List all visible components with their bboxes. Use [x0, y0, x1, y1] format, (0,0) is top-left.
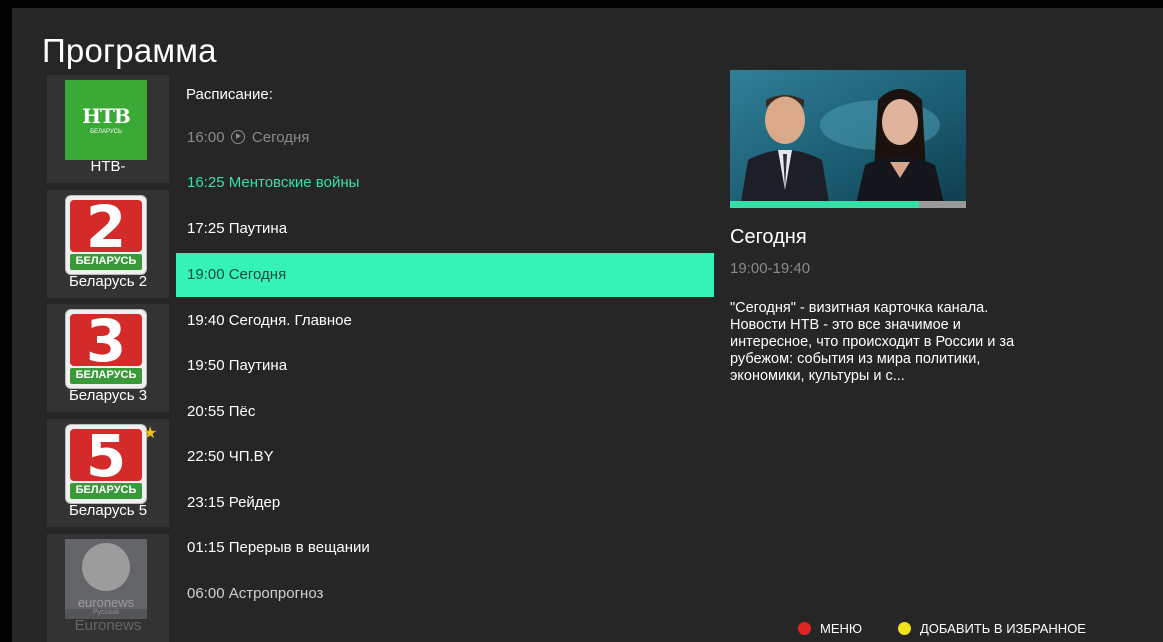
schedule-title: Сегодня — [251, 129, 310, 146]
schedule-time: 20:55 — [187, 403, 225, 420]
program-title: Сегодня — [730, 226, 807, 248]
channel-name: Euronews — [74, 617, 142, 634]
schedule-title: Паутина — [228, 220, 288, 237]
schedule-title: Сегодня — [228, 266, 287, 283]
schedule-time: 16:00 — [187, 129, 225, 146]
ntv-logo-sub: БЕЛАРУСЬ — [90, 129, 122, 135]
schedule-title: Паутина — [228, 357, 288, 374]
schedule-time: 16:25 — [187, 174, 225, 191]
logo-digit: 5 — [85, 424, 127, 490]
favorite-star-icon: ★ — [143, 425, 158, 442]
schedule-title: Астропрогноз — [228, 585, 324, 602]
schedule-time: 22:50 — [187, 448, 225, 465]
schedule-time: 01:15 — [187, 539, 225, 556]
schedule-item[interactable]: 19:40 Сегодня. Главное — [176, 299, 714, 343]
schedule-title: Пёс — [228, 403, 256, 420]
replay-icon — [230, 130, 245, 144]
channel-item-euronews[interactable]: euronews Русский Euronews — [47, 534, 169, 642]
logo-digit: 2 — [85, 195, 127, 261]
menu-hint-label: МЕНЮ — [820, 621, 863, 636]
schedule-time: 17:25 — [187, 220, 225, 237]
yellow-button-icon — [898, 622, 911, 635]
schedule-item[interactable]: 01:15 Перерыв в вещании — [176, 526, 714, 570]
channel-item-belarus-2[interactable]: 2 БЕЛАРУСЬ Беларусь 2 — [47, 190, 169, 298]
schedule-item[interactable]: 19:50 Паутина — [176, 344, 714, 388]
schedule-item[interactable]: 23:15 Рейдер — [176, 481, 714, 525]
globe-icon — [82, 543, 130, 591]
channel-item-belarus-3[interactable]: 3 БЕЛАРУСЬ Беларусь 3 — [47, 304, 169, 412]
program-progress-bar — [730, 201, 966, 208]
logo-digit: 3 — [85, 309, 127, 375]
channel-name: Беларусь 2 — [68, 273, 148, 290]
channel-name: НТВ- — [90, 158, 126, 175]
schedule-item-selected[interactable]: 19:00 Сегодня — [176, 253, 714, 297]
add-favorite-hint-label: ДОБАВИТЬ В ИЗБРАННОЕ — [920, 621, 1086, 636]
schedule-time: 19:00 — [187, 266, 225, 283]
schedule-item[interactable]: 16:00 Сегодня — [176, 116, 714, 160]
euronews-logo-text: euronews — [77, 595, 135, 610]
schedule-item[interactable]: 20:55 Пёс — [176, 390, 714, 434]
schedule-title: Ментовские войны — [228, 174, 360, 191]
schedule-item[interactable]: 17:25 Паутина — [176, 207, 714, 251]
schedule-time: 23:15 — [187, 494, 225, 511]
logo-band-text: БЕЛАРУСЬ — [75, 484, 137, 496]
schedule-title: ЧП.BY — [228, 448, 274, 465]
channel-name: Беларусь 5 — [68, 502, 148, 519]
logo-band-text: БЕЛАРУСЬ — [75, 369, 137, 381]
schedule-time: 19:40 — [187, 312, 225, 329]
ntv-logo-text: НТВ — [82, 104, 131, 128]
belarus-2-logo: 2 БЕЛАРУСЬ — [65, 195, 147, 275]
page-title: Программа — [42, 32, 217, 69]
logo-band-text: БЕЛАРУСЬ — [75, 255, 137, 267]
program-description: "Сегодня" - визитная карточка канала. Но… — [730, 300, 1015, 384]
schedule-item[interactable]: 06:00 Астропрогноз — [176, 572, 714, 616]
news-anchors-image — [730, 70, 966, 208]
schedule-label: Расписание: — [186, 86, 273, 103]
schedule-title: Рейдер — [228, 494, 281, 511]
schedule-time: 06:00 — [187, 585, 225, 602]
menu-hint[interactable]: МЕНЮ — [798, 620, 862, 638]
channel-item-ntv[interactable]: НТВ БЕЛАРУСЬ НТВ- — [47, 75, 169, 183]
channel-name: Беларусь 3 — [68, 387, 148, 404]
belarus-5-logo: 5 БЕЛАРУСЬ — [65, 424, 147, 504]
schedule-time: 19:50 — [187, 357, 225, 374]
schedule-item[interactable]: 16:25 Ментовские войны — [176, 161, 714, 205]
schedule-title: Сегодня. Главное — [228, 312, 352, 329]
schedule-title: Перерыв в вещании — [228, 539, 370, 556]
schedule-item[interactable]: 22:50 ЧП.BY — [176, 435, 714, 479]
euronews-logo: euronews Русский — [65, 539, 147, 619]
ntv-logo: НТВ БЕЛАРУСЬ — [65, 80, 147, 160]
red-button-icon — [798, 622, 811, 635]
belarus-3-logo: 3 БЕЛАРУСЬ — [65, 309, 147, 389]
program-progress-fill — [730, 201, 919, 208]
channel-item-belarus-5[interactable]: 5 БЕЛАРУСЬ ★ Беларусь 5 — [47, 419, 169, 527]
program-time-range: 19:00-19:40 — [730, 260, 811, 277]
program-preview-image — [730, 70, 966, 208]
add-favorite-hint[interactable]: ДОБАВИТЬ В ИЗБРАННОЕ — [898, 620, 1086, 638]
program-guide-screen: Программа НТВ БЕЛАРУСЬ НТВ- 2 БЕЛАРУСЬ Б… — [12, 8, 1163, 642]
